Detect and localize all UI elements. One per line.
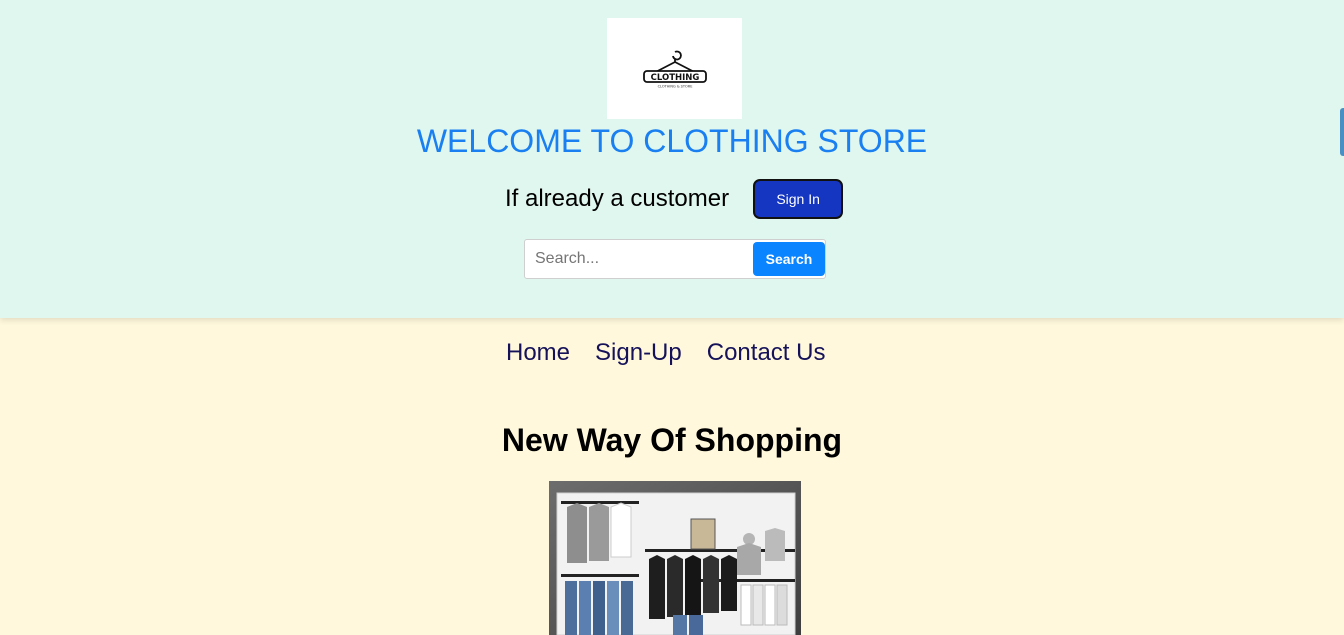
section-title: New Way Of Shopping (501, 422, 843, 458)
store-logo[interactable]: CLOTHING CLOTHING & STORE (607, 18, 742, 119)
site-header: CLOTHING CLOTHING & STORE WELCOME TO CLO… (0, 0, 1344, 318)
nav-link-home[interactable]: Home (506, 339, 570, 367)
page-title: WELCOME TO CLOTHING STORE (416, 123, 928, 159)
nav-link-contact-us[interactable]: Contact Us (707, 339, 826, 367)
customer-prompt: If already a customer (505, 185, 730, 212)
search-input[interactable] (525, 241, 751, 277)
clothing-rack-illustration (549, 481, 801, 635)
signin-row: If already a customer Sign In (505, 179, 844, 219)
nav-link-sign-up[interactable]: Sign-Up (595, 339, 682, 367)
sign-in-button[interactable]: Sign In (753, 179, 844, 219)
search-bar: Search (524, 239, 826, 279)
side-tab-handle[interactable] (1340, 108, 1344, 156)
store-display-image (549, 481, 801, 635)
main-nav: Home Sign-Up Contact Us (506, 338, 825, 368)
svg-text:CLOTHING: CLOTHING (650, 73, 699, 83)
hanger-logo-icon: CLOTHING CLOTHING & STORE (642, 50, 707, 88)
svg-text:CLOTHING & STORE: CLOTHING & STORE (657, 84, 692, 88)
search-button[interactable]: Search (753, 242, 825, 276)
